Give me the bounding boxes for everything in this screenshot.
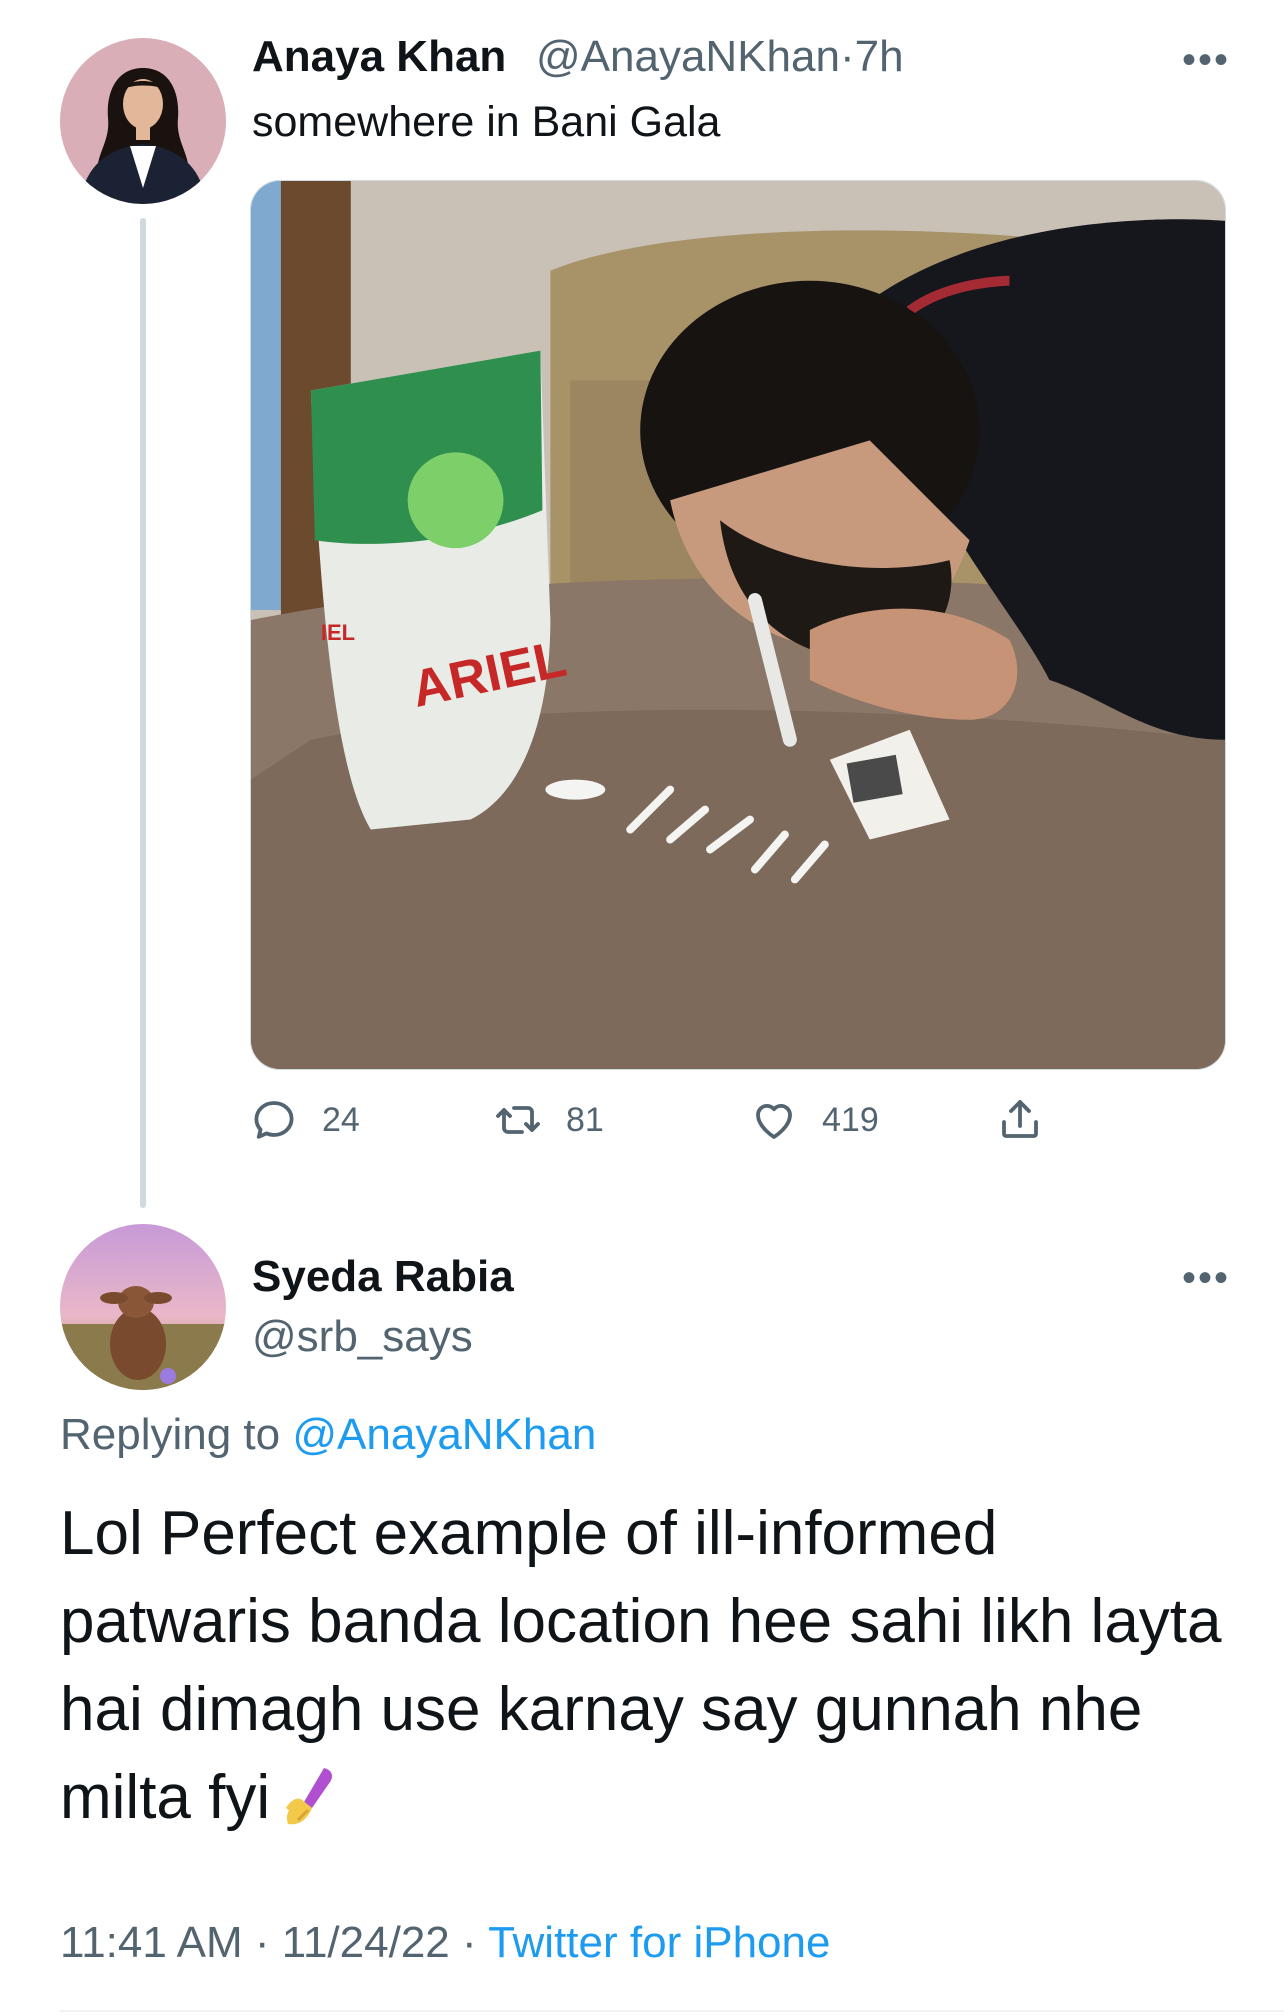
- bag-brand-partial-label: IEL: [321, 620, 355, 645]
- share-icon: [1002, 1100, 1038, 1138]
- replying-to-label: Replying to: [60, 1410, 293, 1459]
- anaya-avatar-illustration: [60, 38, 226, 204]
- nail-polish-emoji: [286, 1768, 333, 1825]
- tweet-photo[interactable]: ARIEL IEL: [250, 180, 1226, 1070]
- replying-to-mention-link[interactable]: @AnayaNKhan: [292, 1410, 596, 1459]
- retweet-count: 81: [566, 1100, 604, 1139]
- tweet-text: Lol Perfect example of ill-informed patw…: [60, 1490, 1240, 1842]
- separator-dot: ·: [839, 32, 855, 81]
- more-options-icon[interactable]: •••: [1182, 40, 1230, 80]
- replying-to: Replying to @AnayaNKhan: [60, 1410, 596, 1460]
- author-name[interactable]: Anaya Khan: [252, 32, 506, 82]
- tweet-metadata: 11:41 AM · 11/24/22 · Twitter for iPhone: [60, 1918, 830, 1968]
- tweet-source-link[interactable]: Twitter for iPhone: [488, 1918, 830, 1967]
- tweet-timestamp[interactable]: 11:41 AM: [60, 1918, 243, 1967]
- avatar[interactable]: [60, 38, 226, 204]
- retweet-button[interactable]: 81: [494, 1090, 604, 1150]
- author-handle[interactable]: @srb_says: [252, 1312, 473, 1362]
- author-handle[interactable]: @AnayaNKhan: [536, 32, 840, 81]
- retweet-icon: [496, 1106, 540, 1134]
- tweet-time[interactable]: 7h: [855, 32, 904, 81]
- avatar[interactable]: [60, 1224, 226, 1390]
- separator-dot: ·: [449, 1918, 489, 1967]
- more-options-icon[interactable]: •••: [1182, 1258, 1230, 1298]
- divider: [60, 2010, 1284, 2012]
- tweet-body: Lol Perfect example of ill-informed patw…: [60, 1499, 1222, 1832]
- reply-icon: [254, 1101, 294, 1139]
- share-button[interactable]: [996, 1090, 1044, 1150]
- tweet-text: somewhere in Bani Gala: [252, 98, 721, 146]
- thread-connector-line: [140, 218, 146, 1208]
- syeda-avatar-illustration: [60, 1224, 226, 1390]
- tweet-actions: 24 81 419: [250, 1090, 1090, 1150]
- author-handle-time[interactable]: @AnayaNKhan·7h: [536, 32, 904, 82]
- reply-count: 24: [322, 1100, 360, 1139]
- like-count: 419: [822, 1100, 879, 1139]
- like-button[interactable]: 419: [750, 1090, 879, 1150]
- photo-illustration: ARIEL IEL: [251, 181, 1225, 1069]
- reply-button[interactable]: 24: [250, 1090, 360, 1150]
- heart-icon: [756, 1103, 792, 1139]
- separator-dot: ·: [242, 1918, 282, 1967]
- author-name[interactable]: Syeda Rabia: [252, 1252, 514, 1302]
- tweet-date[interactable]: 11/24/22: [282, 1918, 450, 1967]
